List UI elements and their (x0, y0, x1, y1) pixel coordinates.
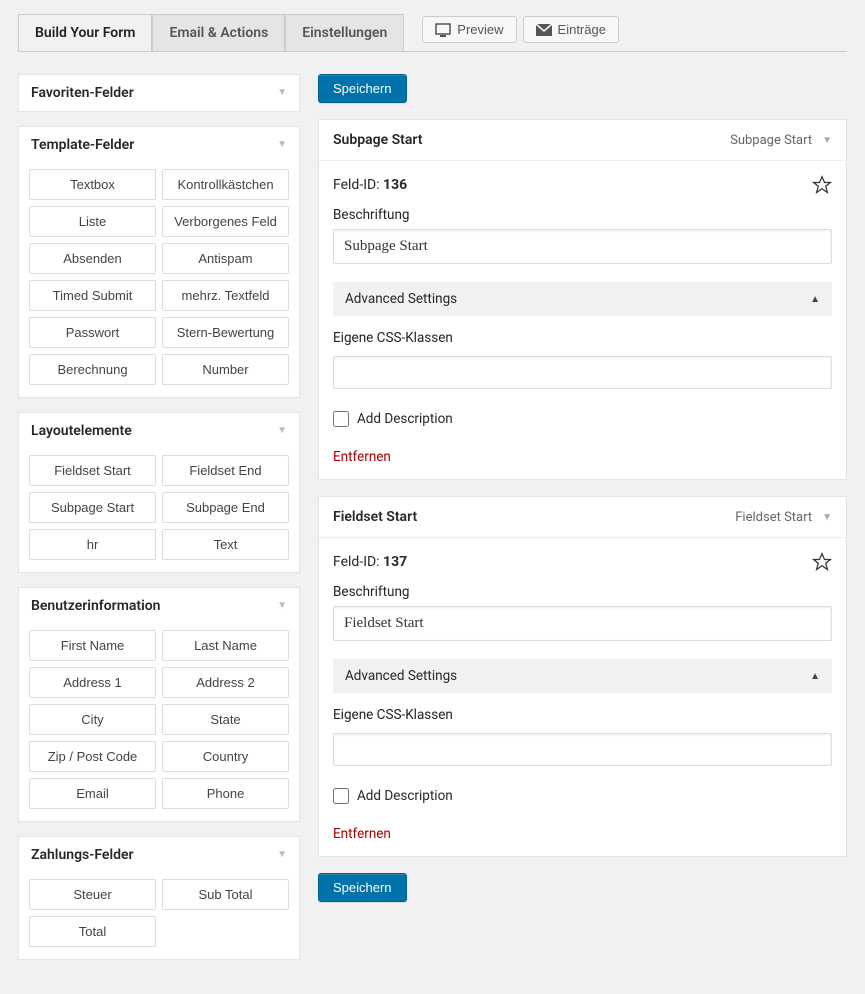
preview-label: Preview (457, 22, 503, 37)
field-type-button[interactable]: Address 2 (162, 667, 289, 698)
field-type-button[interactable]: Absenden (29, 243, 156, 274)
panel-title-favorites: Favoriten-Felder (31, 85, 134, 101)
remove-field-link[interactable]: Entfernen (333, 449, 832, 465)
field-label-input[interactable] (333, 606, 832, 641)
preview-icon (435, 23, 451, 37)
advanced-settings-toggle[interactable]: Advanced Settings ▲ (333, 282, 832, 316)
field-type-button[interactable]: Zip / Post Code (29, 741, 156, 772)
field-type-button[interactable]: Last Name (162, 630, 289, 661)
mail-icon (536, 24, 552, 36)
add-description-checkbox[interactable] (333, 788, 349, 804)
field-id-value: 137 (383, 554, 407, 570)
field-cards: Subpage Start Subpage Start ▼ Feld-ID: 1… (318, 119, 847, 857)
panel-title-template: Template-Felder (31, 137, 134, 153)
field-type-button[interactable]: Antispam (162, 243, 289, 274)
field-id-value: 136 (383, 177, 407, 193)
field-type-button[interactable]: City (29, 704, 156, 735)
field-palette-sidebar: Favoriten-Felder ▼ Template-Felder ▼ Tex… (18, 74, 300, 974)
panel-toggle-payment[interactable]: ▼ (277, 850, 287, 860)
field-type-button[interactable]: Sub Total (162, 879, 289, 910)
field-type-button[interactable]: Country (162, 741, 289, 772)
panel-toggle-user[interactable]: ▼ (277, 601, 287, 611)
field-card: Fieldset Start Fieldset Start ▼ Feld-ID:… (318, 496, 847, 857)
panel-body-user: First NameLast NameAddress 1Address 2Cit… (19, 624, 299, 821)
panel-toggle-template[interactable]: ▼ (277, 140, 287, 150)
field-type-button[interactable]: Address 1 (29, 667, 156, 698)
panel-payment: Zahlungs-Felder ▼ SteuerSub TotalTotal (18, 836, 300, 960)
entries-button[interactable]: Einträge (523, 16, 619, 43)
panel-user: Benutzerinformation ▼ First NameLast Nam… (18, 587, 300, 822)
advanced-settings-label: Advanced Settings (345, 668, 457, 684)
field-type-button[interactable]: Passwort (29, 317, 156, 348)
field-type-button[interactable]: Email (29, 778, 156, 809)
tabbar: Build Your Form Email & Actions Einstell… (18, 14, 847, 52)
panel-toggle-favorites[interactable]: ▼ (277, 88, 287, 98)
save-button-top[interactable]: Speichern (318, 74, 407, 103)
triangle-up-icon: ▲ (810, 671, 820, 682)
css-classes-label: Eigene CSS-Klassen (333, 707, 832, 723)
field-id-label: Feld-ID: 136 (333, 177, 407, 193)
chevron-down-icon[interactable]: ▼ (822, 135, 832, 146)
css-classes-input[interactable] (333, 733, 832, 766)
panel-title-payment: Zahlungs-Felder (31, 847, 134, 863)
panel-body-template: TextboxKontrollkästchenListeVerborgenes … (19, 163, 299, 397)
field-card-title: Subpage Start (333, 132, 422, 148)
field-type-label: Fieldset Start (735, 510, 812, 525)
field-label-input[interactable] (333, 229, 832, 264)
field-type-button[interactable]: Kontrollkästchen (162, 169, 289, 200)
field-type-button[interactable]: Text (162, 529, 289, 560)
panel-toggle-layout[interactable]: ▼ (277, 426, 287, 436)
field-card-title: Fieldset Start (333, 509, 417, 525)
panel-favorites: Favoriten-Felder ▼ (18, 74, 300, 112)
field-type-button[interactable]: Stern-Bewertung (162, 317, 289, 348)
triangle-up-icon: ▲ (810, 294, 820, 305)
chevron-down-icon[interactable]: ▼ (822, 512, 832, 523)
star-icon[interactable] (812, 552, 832, 572)
field-type-button[interactable]: First Name (29, 630, 156, 661)
tab-email-actions[interactable]: Email & Actions (152, 14, 285, 51)
star-icon[interactable] (812, 175, 832, 195)
advanced-settings-label: Advanced Settings (345, 291, 457, 307)
field-type-button[interactable]: Berechnung (29, 354, 156, 385)
field-type-label: Subpage Start (730, 133, 812, 148)
field-type-button[interactable]: Fieldset End (162, 455, 289, 486)
advanced-settings-toggle[interactable]: Advanced Settings ▲ (333, 659, 832, 693)
panel-layout: Layoutelemente ▼ Fieldset StartFieldset … (18, 412, 300, 573)
field-type-button[interactable]: hr (29, 529, 156, 560)
field-type-button[interactable]: Number (162, 354, 289, 385)
panel-template: Template-Felder ▼ TextboxKontrollkästche… (18, 126, 300, 398)
entries-label: Einträge (558, 22, 606, 37)
field-type-button[interactable]: Subpage End (162, 492, 289, 523)
field-type-button[interactable]: Verborgenes Feld (162, 206, 289, 237)
add-description-label: Add Description (357, 411, 453, 427)
form-editor: Speichern Subpage Start Subpage Start ▼ … (318, 74, 847, 902)
save-button-bottom[interactable]: Speichern (318, 873, 407, 902)
tab-build-your-form[interactable]: Build Your Form (18, 14, 152, 51)
field-type-button[interactable]: Fieldset Start (29, 455, 156, 486)
field-type-button[interactable]: Phone (162, 778, 289, 809)
add-description-checkbox[interactable] (333, 411, 349, 427)
field-type-button[interactable]: Timed Submit (29, 280, 156, 311)
panel-title-user: Benutzerinformation (31, 598, 160, 614)
css-classes-label: Eigene CSS-Klassen (333, 330, 832, 346)
panel-body-layout: Fieldset StartFieldset EndSubpage StartS… (19, 449, 299, 572)
remove-field-link[interactable]: Entfernen (333, 826, 832, 842)
field-type-button[interactable]: Subpage Start (29, 492, 156, 523)
field-type-button[interactable]: Total (29, 916, 156, 947)
field-type-button[interactable]: Steuer (29, 879, 156, 910)
tab-einstellungen[interactable]: Einstellungen (285, 14, 404, 51)
panel-body-payment: SteuerSub TotalTotal (19, 873, 299, 959)
field-type-button[interactable]: Textbox (29, 169, 156, 200)
css-classes-input[interactable] (333, 356, 832, 389)
add-description-label: Add Description (357, 788, 453, 804)
field-type-button[interactable]: mehrz. Textfeld (162, 280, 289, 311)
field-label-caption: Beschriftung (333, 207, 832, 223)
field-type-button[interactable]: State (162, 704, 289, 735)
field-label-caption: Beschriftung (333, 584, 832, 600)
preview-button[interactable]: Preview (422, 16, 516, 43)
field-id-label: Feld-ID: 137 (333, 554, 407, 570)
field-type-button[interactable]: Liste (29, 206, 156, 237)
panel-title-layout: Layoutelemente (31, 423, 132, 439)
field-card: Subpage Start Subpage Start ▼ Feld-ID: 1… (318, 119, 847, 480)
